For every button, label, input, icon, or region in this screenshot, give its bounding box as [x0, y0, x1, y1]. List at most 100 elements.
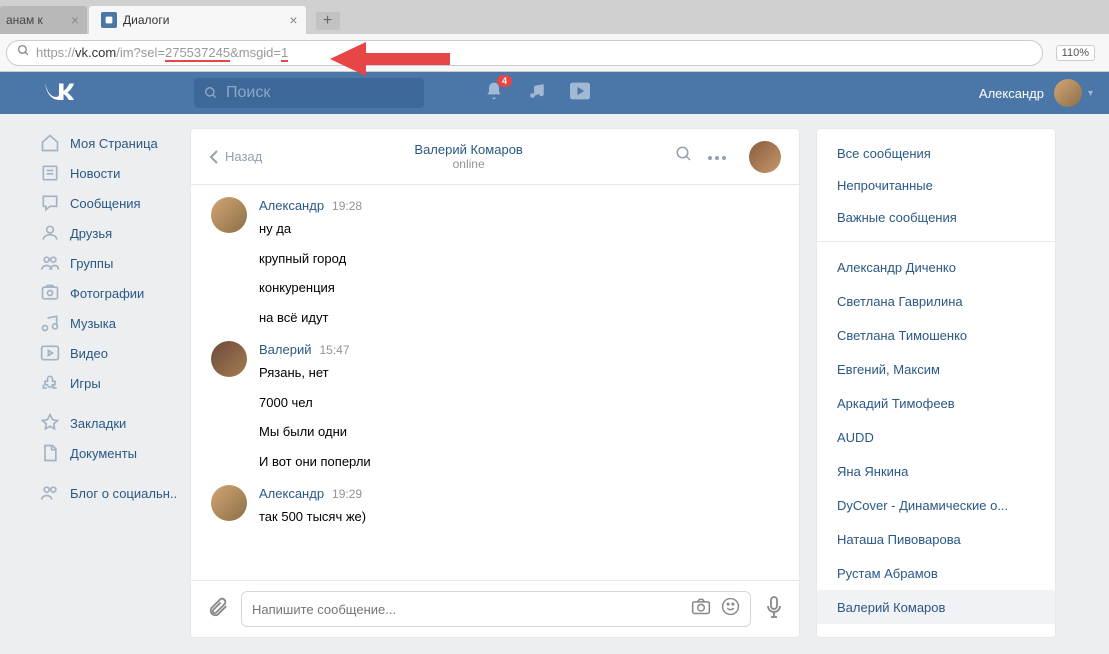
message-time: 19:28	[332, 199, 362, 213]
contact-name[interactable]: Валерий Комаров	[262, 142, 675, 157]
chat-title: Валерий Комаров online	[262, 142, 675, 171]
vk-logo[interactable]	[44, 82, 74, 105]
message-input-wrap	[241, 591, 751, 627]
nav-label: Блог о социальн..	[70, 486, 177, 501]
video-play-icon[interactable]	[570, 82, 590, 105]
avatar[interactable]	[211, 485, 247, 521]
nav-label: Группы	[70, 256, 113, 271]
message-time: 19:29	[332, 487, 362, 501]
dialog-item[interactable]: Александр Диченко	[817, 250, 1055, 284]
browser-tab-active[interactable]: Диалоги ×	[89, 6, 306, 34]
message-text: так 500 тысяч же)	[259, 507, 779, 527]
sidebar-item[interactable]: Закладки	[40, 408, 190, 438]
dialog-item[interactable]: Евгений, Максим	[817, 352, 1055, 386]
sidebar-item[interactable]: Видео	[40, 338, 190, 368]
filter-item[interactable]: Важные сообщения	[817, 201, 1055, 233]
avatar[interactable]	[211, 197, 247, 233]
vk-favicon	[101, 12, 117, 28]
nav-label: Закладки	[70, 416, 126, 431]
filter-item[interactable]: Непрочитанные	[817, 169, 1055, 201]
new-tab-button[interactable]: +	[316, 12, 340, 30]
message-text: Мы были одни	[259, 422, 779, 442]
message-text: крупный город	[259, 249, 779, 269]
badge-count: 4	[497, 75, 512, 87]
sidebar-item[interactable]: Игры	[40, 368, 190, 398]
nav-label: Фотографии	[70, 286, 144, 301]
message-time: 15:47	[319, 343, 349, 357]
tab-title: Диалоги	[123, 13, 169, 27]
dialog-item[interactable]: DyCover - Динамические о...	[817, 488, 1055, 522]
sidebar-item[interactable]: Блог о социальн..	[40, 478, 190, 508]
annotation-arrow	[330, 42, 450, 76]
url-input[interactable]: https://vk.com/im?sel=275537245&msgid=1	[6, 40, 1043, 66]
camera-icon[interactable]	[691, 597, 711, 621]
music-icon[interactable]	[528, 82, 546, 105]
avatar	[1054, 79, 1082, 107]
close-icon[interactable]: ×	[71, 12, 79, 28]
dialog-item[interactable]: Рустам Абрамов	[817, 556, 1055, 590]
sidebar-item[interactable]: Документы	[40, 438, 190, 468]
filter-item[interactable]: Все сообщения	[817, 137, 1055, 169]
message-block: Александр 19:28 ну да крупный город конкурен…	[211, 197, 779, 327]
microphone-icon[interactable]	[765, 596, 783, 623]
address-bar: https://vk.com/im?sel=275537245&msgid=1 …	[0, 34, 1109, 72]
dialog-item[interactable]: Светлана Гаврилина	[817, 284, 1055, 318]
contact-avatar[interactable]	[749, 141, 781, 173]
emoji-icon[interactable]	[721, 597, 740, 621]
avatar[interactable]	[211, 341, 247, 377]
dialog-item[interactable]: Светлана Тимошенко	[817, 318, 1055, 352]
message-text: на всё идут	[259, 308, 779, 328]
nav-icon	[40, 253, 60, 273]
chat-input-row	[191, 580, 799, 637]
nav-icon	[40, 133, 60, 153]
nav-icon	[40, 373, 60, 393]
close-icon[interactable]: ×	[289, 12, 297, 28]
dialogs-panel: Все сообщенияНепрочитанныеВажные сообщен…	[816, 128, 1056, 638]
nav-label: Новости	[70, 166, 120, 181]
message-author[interactable]: Александр	[259, 198, 324, 213]
dialog-item[interactable]: Наташа Пивоварова	[817, 522, 1055, 556]
nav-label: Документы	[70, 446, 137, 461]
sidebar-item[interactable]: Новости	[40, 158, 190, 188]
sidebar-item[interactable]: Фотографии	[40, 278, 190, 308]
notifications-icon[interactable]: 4	[484, 81, 504, 106]
search-input[interactable]: Поиск	[194, 78, 424, 108]
dialog-item[interactable]: Валерий Комаров	[817, 590, 1055, 624]
sidebar-item[interactable]: Сообщения	[40, 188, 190, 218]
search-icon[interactable]	[675, 145, 693, 168]
message-list[interactable]: Александр 19:28 ну да крупный город конкурен…	[191, 185, 799, 580]
message-text: 7000 чел	[259, 393, 779, 413]
attach-icon[interactable]	[207, 596, 229, 623]
nav-icon	[40, 343, 60, 363]
back-button[interactable]: Назад	[209, 149, 262, 165]
user-menu[interactable]: Александр ▾	[979, 79, 1093, 107]
nav-label: Музыка	[70, 316, 116, 331]
user-name: Александр	[979, 86, 1044, 101]
vk-header: Поиск 4 Александр ▾	[0, 72, 1109, 114]
message-text: Рязань, нет	[259, 363, 779, 383]
dialog-item[interactable]: AUDD	[817, 420, 1055, 454]
chevron-down-icon: ▾	[1088, 88, 1093, 99]
message-text: ну да	[259, 219, 779, 239]
nav-icon	[40, 413, 60, 433]
sidebar-item[interactable]: Группы	[40, 248, 190, 278]
zoom-indicator[interactable]: 110%	[1056, 45, 1095, 61]
more-icon[interactable]	[707, 148, 727, 166]
dialog-item[interactable]: Яна Янкина	[817, 454, 1055, 488]
message-text: конкуренция	[259, 278, 779, 298]
sidebar-item[interactable]: Друзья	[40, 218, 190, 248]
browser-tab-inactive[interactable]: анам к ×	[0, 6, 87, 34]
chat-header: Назад Валерий Комаров online	[191, 129, 799, 185]
nav-icon	[40, 223, 60, 243]
tab-title: анам к	[6, 13, 43, 27]
nav-label: Сообщения	[70, 196, 141, 211]
nav-label: Моя Страница	[70, 136, 158, 151]
message-block: Александр 19:29 так 500 тысяч же)	[211, 485, 779, 527]
search-placeholder: Поиск	[226, 84, 270, 102]
sidebar-item[interactable]: Музыка	[40, 308, 190, 338]
message-input[interactable]	[252, 602, 691, 617]
message-author[interactable]: Александр	[259, 486, 324, 501]
dialog-item[interactable]: Аркадий Тимофеев	[817, 386, 1055, 420]
sidebar-item[interactable]: Моя Страница	[40, 128, 190, 158]
message-author[interactable]: Валерий	[259, 342, 311, 357]
